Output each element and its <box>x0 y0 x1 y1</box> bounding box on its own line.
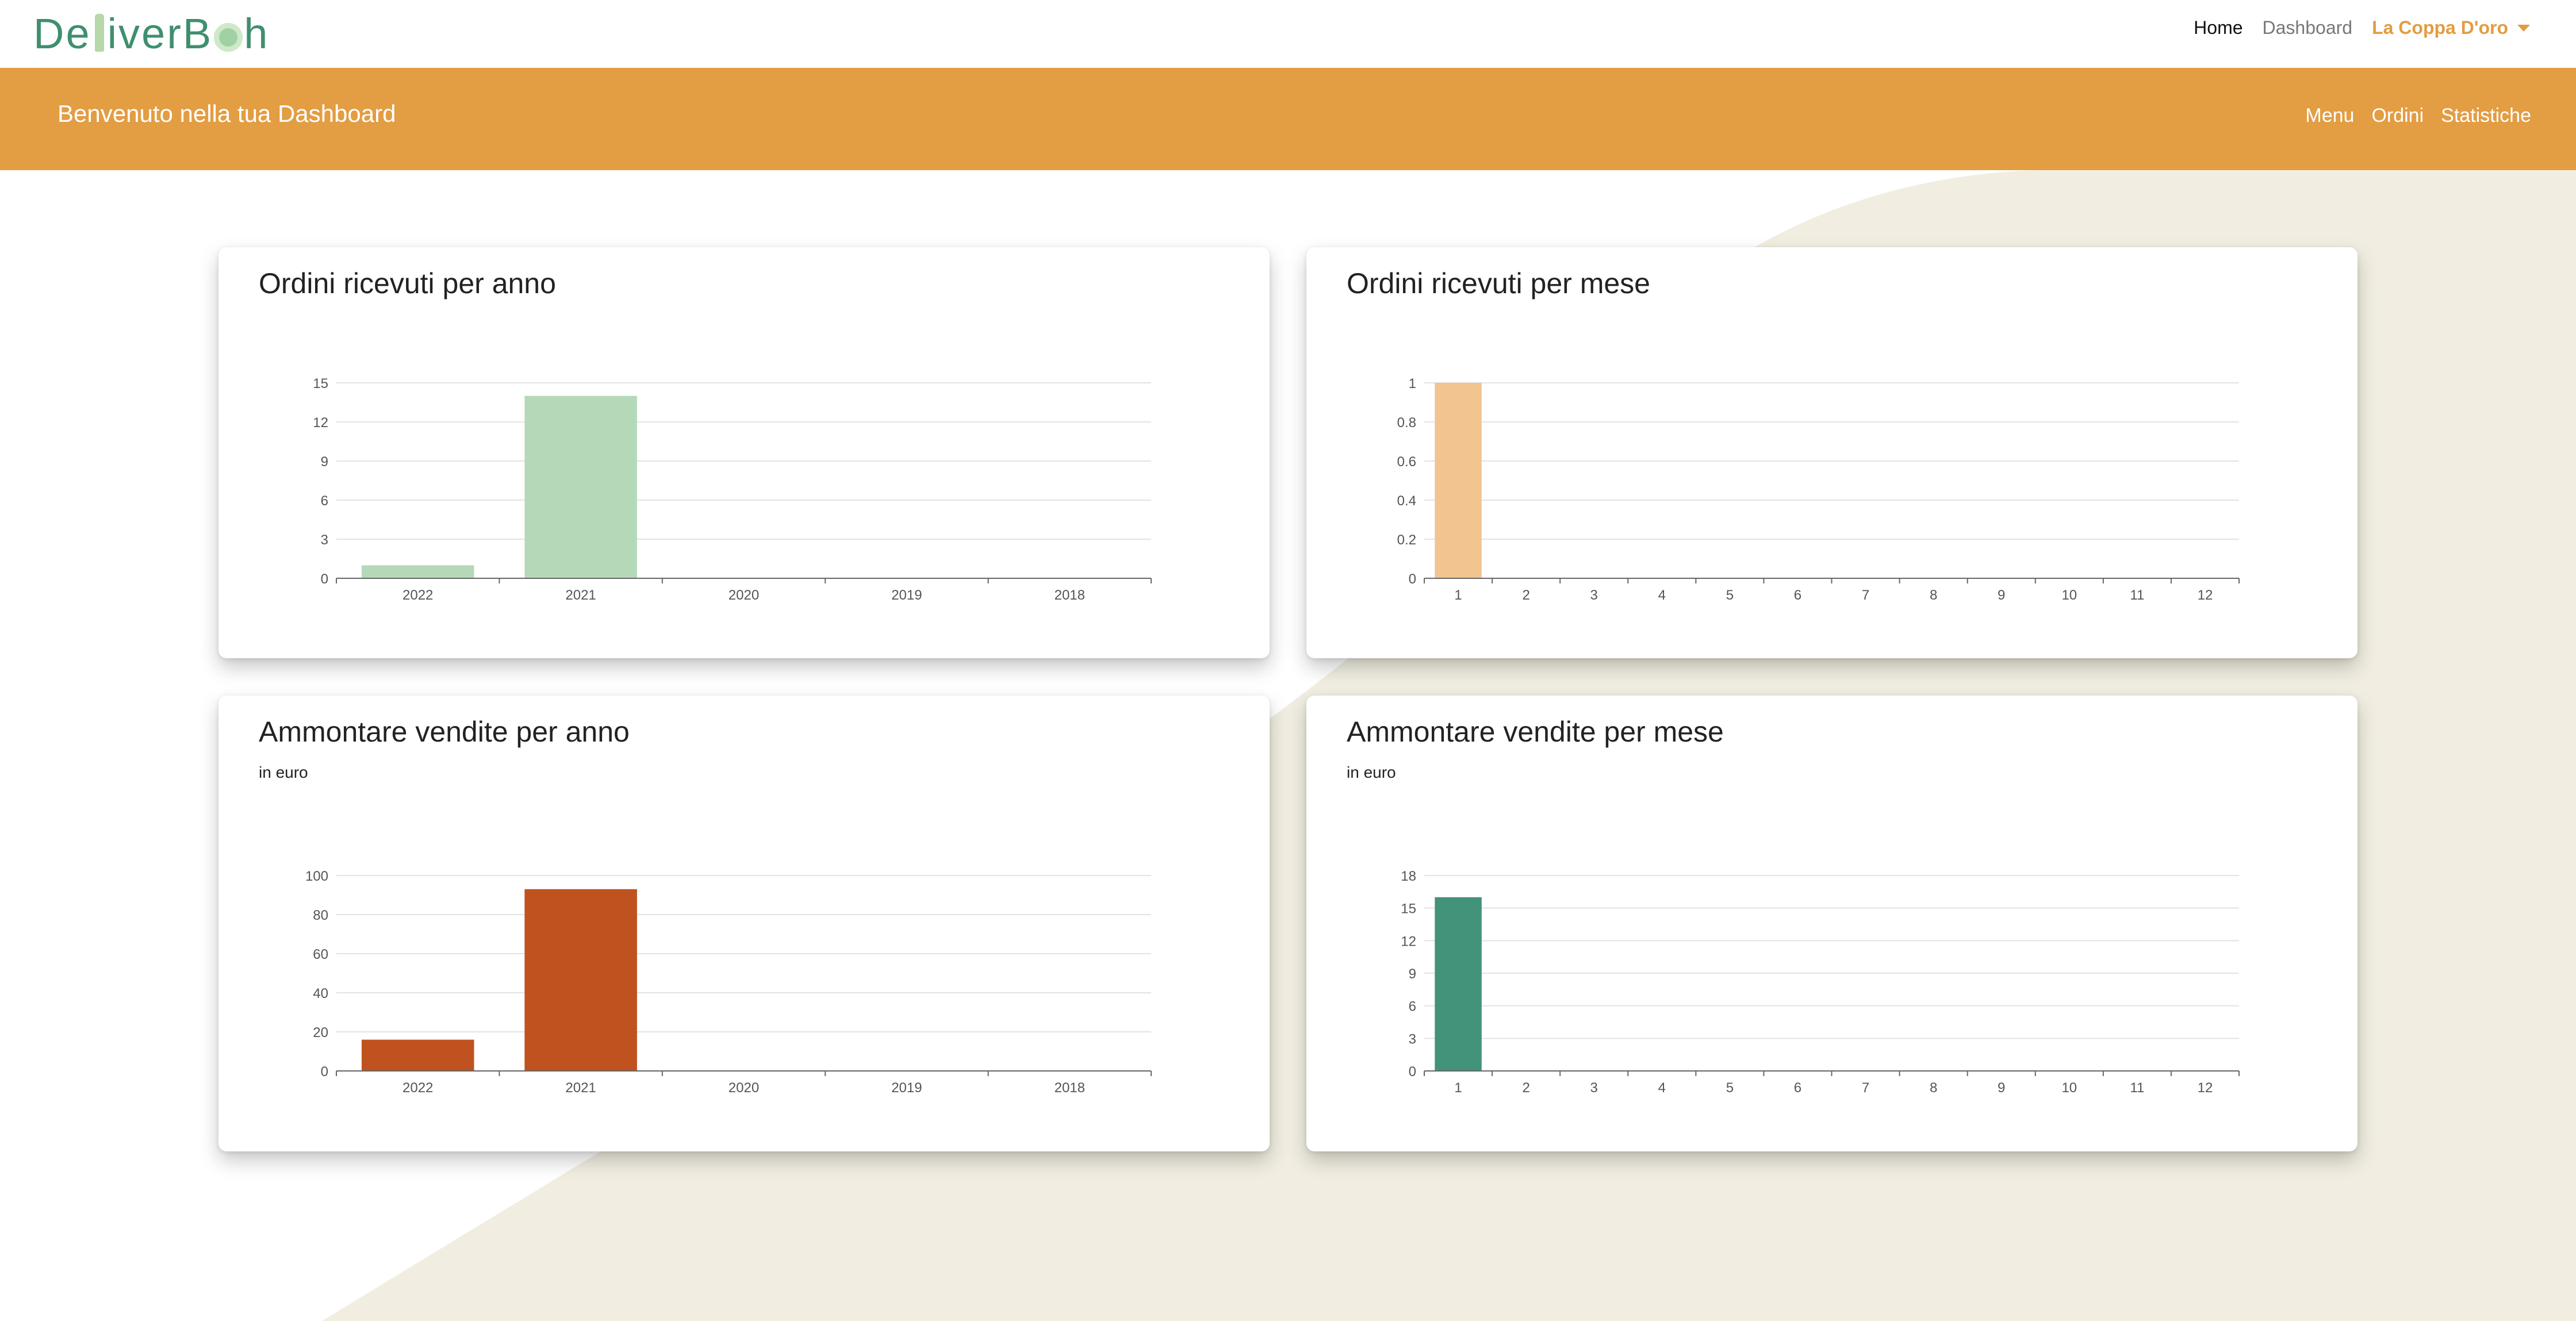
y-tick-label: 6 <box>1409 999 1416 1015</box>
y-tick-label: 0.2 <box>1397 532 1416 548</box>
bar <box>361 1039 474 1071</box>
sales-per-year-chart: 0 20 40 60 80 100 2022 2021 2020 2019 2018 <box>305 869 1152 1096</box>
x-tick-label: 9 <box>1998 1080 2005 1096</box>
sales-per-year-card: Ammontare vendite per anno in euro 0 20 40… <box>218 696 1270 1151</box>
x-tick-label: 2022 <box>402 587 433 603</box>
main-nav: Home Dashboard La Coppa D'oro <box>2194 17 2530 39</box>
x-tick-label: 10 <box>2061 587 2077 603</box>
orders-per-year-card: Ordini ricevuti per anno 0 3 6 9 12 15 2022 202… <box>218 247 1270 658</box>
x-tick-label: 2018 <box>1055 1080 1085 1096</box>
y-tick-label: 80 <box>313 908 328 923</box>
y-tick-label: 40 <box>313 986 328 1001</box>
x-tick-label: 2019 <box>891 587 922 603</box>
x-tick-label: 8 <box>1930 587 1937 603</box>
x-tick-label: 6 <box>1794 587 1801 603</box>
x-tick-label: 11 <box>2130 1080 2144 1096</box>
orders-per-year-chart: 0 3 6 9 12 15 2022 2021 2020 2019 2018 <box>313 376 1152 603</box>
nav-dashboard-link[interactable]: Dashboard <box>2263 17 2353 39</box>
x-tick-label: 12 <box>2198 587 2213 603</box>
x-tick-label: 3 <box>1590 587 1598 603</box>
y-tick-label: 6 <box>321 493 328 509</box>
x-tick-label: 2 <box>1522 587 1529 603</box>
bar <box>524 889 637 1071</box>
dashboard-banner: Benvenuto nella tua Dashboard Menu Ordin… <box>0 68 2576 170</box>
y-tick-label: 0 <box>1409 571 1416 587</box>
y-tick-label: 0.8 <box>1397 415 1416 431</box>
y-tick-label: 18 <box>1401 869 1416 884</box>
x-tick-label: 2019 <box>891 1080 922 1096</box>
y-tick-label: 0.4 <box>1397 493 1416 509</box>
logo-text-middle: iverB <box>107 10 213 57</box>
y-tick-label: 60 <box>313 947 328 962</box>
y-tick-label: 3 <box>321 532 328 548</box>
bar <box>1435 897 1482 1071</box>
y-tick-label: 15 <box>1401 901 1416 917</box>
x-tick-label: 11 <box>2130 587 2144 603</box>
caret-down-icon <box>2517 24 2530 32</box>
y-tick-label: 0 <box>321 571 328 587</box>
x-tick-label: 2018 <box>1055 587 1085 603</box>
bar <box>524 395 637 578</box>
x-tick-label: 2021 <box>565 1080 596 1096</box>
x-tick-label: 5 <box>1726 587 1734 603</box>
x-tick-label: 12 <box>2198 1080 2213 1096</box>
statistics-link[interactable]: Statistiche <box>2441 105 2531 127</box>
y-tick-label: 12 <box>1401 934 1416 949</box>
x-tick-label: 9 <box>1998 587 2005 603</box>
dashboard-subnav: Menu Ordini Statistiche <box>2305 105 2531 127</box>
orders-per-month-chart: 00.20.40.60.811 2 3 4 5 6 7 8 9 10 11 12 <box>1397 376 2240 603</box>
x-tick-label: 2020 <box>729 587 759 603</box>
x-tick-label: 5 <box>1726 1080 1734 1096</box>
x-tick-label: 2021 <box>565 587 596 603</box>
x-tick-label: 6 <box>1794 1080 1801 1096</box>
logo[interactable]: De iverB h <box>33 8 269 60</box>
sales-per-month-card: Ammontare vendite per mese in euro 03691… <box>1306 696 2358 1151</box>
orders-link[interactable]: Ordini <box>2371 105 2424 127</box>
x-tick-label: 4 <box>1658 1080 1666 1096</box>
page-title: Benvenuto nella tua Dashboard <box>57 100 396 127</box>
y-tick-label: 9 <box>1409 966 1416 982</box>
logo-text-start: De <box>33 10 91 57</box>
x-tick-label: 1 <box>1454 587 1462 603</box>
y-tick-label: 15 <box>313 376 328 391</box>
sales-per-month-chart: 03691215181 2 3 4 5 6 7 8 9 10 11 12 <box>1401 869 2240 1096</box>
fork-icon <box>94 14 104 52</box>
x-tick-label: 7 <box>1862 1080 1869 1096</box>
y-tick-label: 1 <box>1409 376 1416 391</box>
x-tick-label: 2022 <box>402 1080 433 1096</box>
menu-link[interactable]: Menu <box>2305 105 2354 127</box>
logo-text-end: h <box>244 10 270 57</box>
orders-per-month-card: Ordini ricevuti per mese 0 0.2 0.4 0.6 0.8 1 1… <box>1306 247 2358 658</box>
y-tick-label: 12 <box>313 415 328 431</box>
x-tick-label: 8 <box>1930 1080 1937 1096</box>
user-name: La Coppa D'oro <box>2372 17 2508 38</box>
x-tick-label: 3 <box>1590 1080 1598 1096</box>
x-tick-label: 2 <box>1522 1080 1529 1096</box>
y-tick-label: 9 <box>321 454 328 470</box>
y-tick-label: 20 <box>313 1025 328 1040</box>
y-tick-label: 0 <box>1409 1064 1416 1080</box>
plate-icon <box>214 23 243 52</box>
x-tick-label: 10 <box>2061 1080 2077 1096</box>
x-tick-label: 1 <box>1454 1080 1462 1096</box>
x-tick-label: 4 <box>1658 587 1666 603</box>
user-dropdown[interactable]: La Coppa D'oro <box>2372 17 2530 39</box>
nav-home-link[interactable]: Home <box>2194 17 2242 39</box>
x-tick-label: 2020 <box>729 1080 759 1096</box>
y-tick-label: 0 <box>321 1064 328 1080</box>
y-tick-label: 3 <box>1409 1031 1416 1047</box>
y-tick-label: 0.6 <box>1397 454 1416 470</box>
bar <box>1435 383 1482 578</box>
top-navbar: De iverB h Home Dashboard La Coppa D'oro <box>0 0 2576 68</box>
x-tick-label: 7 <box>1862 587 1869 603</box>
bar <box>361 565 474 578</box>
y-tick-label: 100 <box>305 869 328 884</box>
